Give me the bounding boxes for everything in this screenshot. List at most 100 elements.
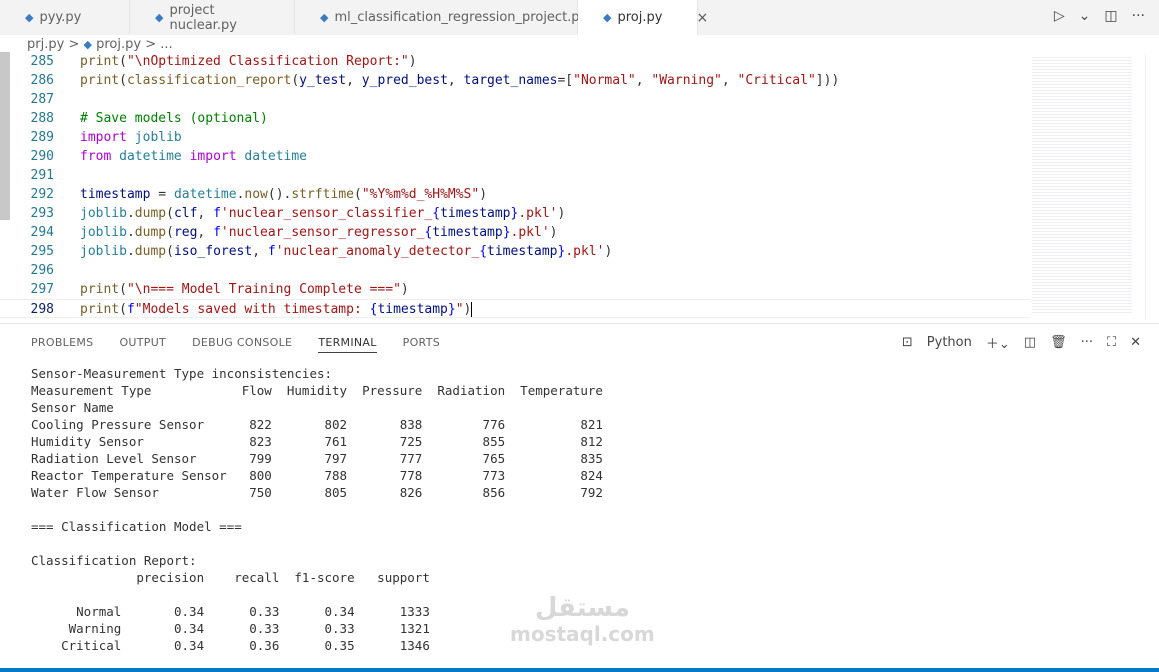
tab-label: proj.py <box>617 10 663 25</box>
code-token: ) <box>479 187 488 202</box>
code-token: "\n=== Model Training Complete ===" <box>126 282 401 297</box>
code-token: joblib <box>80 244 127 259</box>
code-token: ) <box>549 225 558 240</box>
panel-tab-debug-console[interactable]: DEBUG CONSOLE <box>192 336 292 353</box>
watermark-arabic: مستقل <box>534 593 630 623</box>
breadcrumb-folder[interactable]: prj.py <box>27 37 64 52</box>
panel-tab-ports[interactable]: PORTS <box>403 336 440 353</box>
run-menu-icon[interactable]: ⌄ <box>1079 8 1091 24</box>
code-token: print <box>80 73 120 88</box>
line-number: 297 <box>30 282 54 297</box>
code-token: } <box>447 302 456 317</box>
code-token: ( <box>291 73 300 88</box>
code-token: print <box>80 282 120 297</box>
code-token: from <box>80 149 120 164</box>
tab-label: pyy.py <box>39 10 82 25</box>
code-token: { <box>479 244 488 259</box>
split-editor-icon[interactable]: ◫ <box>1104 8 1117 24</box>
tab-label: ml_classification_regression_project.py <box>334 10 588 25</box>
code-token: ) <box>400 282 409 297</box>
code-token: } <box>502 225 511 240</box>
code-text: from datetime import datetime <box>80 147 307 166</box>
code-token: f <box>213 225 221 240</box>
watermark: مستقل mostaql.com <box>510 595 655 647</box>
terminal-line: precision recall f1-score support <box>31 570 430 585</box>
code-text: joblib.dump(reg, f'nuclear_sensor_regres… <box>80 223 557 242</box>
close-icon[interactable]: × <box>696 10 708 26</box>
tab-ml_classification_regression_project-py[interactable]: ◆ ml_classification_regression_project.py <box>295 0 587 35</box>
run-icon[interactable]: ▷ <box>1054 8 1065 24</box>
line-number: 286 <box>30 73 54 88</box>
python-file-icon: ◆ <box>83 38 92 51</box>
panel-tab-terminal[interactable]: TERMINAL <box>318 336 377 353</box>
code-line: 285 print("\nOptimized Classification Rep… <box>0 52 1030 71</box>
breadcrumb-rest[interactable]: > ... <box>145 37 172 52</box>
panel-tab-output[interactable]: OUTPUT <box>119 336 166 353</box>
code-token: ) <box>557 206 566 221</box>
breadcrumb-separator: > <box>68 37 80 52</box>
tab-pyy-py[interactable]: ◆ pyy.py <box>0 0 130 35</box>
tab-proj-py[interactable]: ◆ proj.py × <box>578 0 708 35</box>
code-token: ( <box>119 73 127 88</box>
code-text: import joblib <box>80 128 182 147</box>
line-number: 285 <box>30 54 54 69</box>
terminal-line: Humidity Sensor 823 761 725 855 812 <box>31 434 603 449</box>
code-line: 291 <box>0 166 1030 185</box>
python-file-icon: ◆ <box>603 11 612 24</box>
code-token: f <box>126 302 135 317</box>
line-number: 287 <box>30 92 54 107</box>
panel-tab-problems[interactable]: PROBLEMS <box>31 336 93 353</box>
code-token: { <box>432 206 441 221</box>
code-token: joblib <box>134 130 182 145</box>
code-token: timestamp <box>432 225 503 240</box>
maximize-icon[interactable]: ⛶ <box>1107 335 1116 350</box>
line-number: 296 <box>30 263 54 278</box>
code-token: , <box>721 73 738 88</box>
code-token: # Save models (optional) <box>80 111 268 126</box>
code-token: "Warning" <box>651 73 722 88</box>
terminal-line: Sensor Name <box>31 400 114 415</box>
code-text: timestamp = datetime.now().strftime("%Y%… <box>80 185 487 204</box>
code-token: target_names <box>463 73 558 88</box>
code-line: 289 import joblib <box>0 128 1030 147</box>
more-actions-icon[interactable]: ··· <box>1132 8 1145 24</box>
code-token: = <box>150 187 174 202</box>
code-line: 298 print(f"Models saved with timestamp: … <box>0 299 1030 318</box>
terminal-line: Sensor-Measurement Type inconsistencies: <box>31 366 333 381</box>
editor-actions: ▷ ⌄ ◫ ··· <box>1054 8 1145 24</box>
breadcrumb: prj.py > ◆ proj.py > ... <box>27 37 173 52</box>
editor-scrollbar[interactable] <box>1145 55 1159 320</box>
code-text: joblib.dump(clf, f'nuclear_sensor_classi… <box>80 204 565 223</box>
python-file-icon: ◆ <box>320 11 329 24</box>
terminal-name[interactable]: Python <box>927 335 972 350</box>
code-token: . <box>126 206 135 221</box>
terminal-icon: ⊡ <box>901 335 913 350</box>
code-token: 'nuclear_sensor_regressor_ <box>220 225 425 240</box>
minimap[interactable] <box>1032 55 1132 315</box>
code-token: ( <box>353 187 362 202</box>
panel-actions: ⊡ Python ＋⌄ ◫ 🗑 ··· ⛶ ✕ <box>902 333 1141 352</box>
code-token: iso_forest <box>173 244 253 259</box>
code-token: (). <box>267 187 292 202</box>
breadcrumb-file[interactable]: proj.py <box>96 37 141 52</box>
code-token: , <box>197 206 214 221</box>
tab-project-nuclear-py[interactable]: ◆ project nuclear.py <box>130 0 295 35</box>
trash-icon[interactable]: 🗑 <box>1050 335 1067 350</box>
split-terminal-icon[interactable]: ◫ <box>1024 335 1036 350</box>
code-token: y_pred_best <box>361 73 448 88</box>
code-editor[interactable]: 285 print("\nOptimized Classification Rep… <box>0 52 1030 318</box>
code-token: 'nuclear_anomaly_detector_ <box>275 244 480 259</box>
tab-label: project nuclear.py <box>169 2 237 33</box>
close-panel-icon[interactable]: ✕ <box>1130 335 1141 350</box>
code-line: 295 joblib.dump(iso_forest, f'nuclear_ano… <box>0 242 1030 261</box>
code-token: datetime <box>119 149 190 164</box>
terminal-line: Classification Report: <box>31 553 197 568</box>
status-bar <box>0 668 1159 672</box>
more-icon[interactable]: ··· <box>1081 335 1093 350</box>
terminal-line: === Classification Model === <box>31 519 242 534</box>
code-token: strftime <box>291 187 354 202</box>
code-text: print(f"Models saved with timestamp: {ti… <box>80 300 473 319</box>
python-file-icon: ◆ <box>25 11 34 24</box>
new-terminal-icon[interactable]: ＋⌄ <box>986 333 1010 352</box>
